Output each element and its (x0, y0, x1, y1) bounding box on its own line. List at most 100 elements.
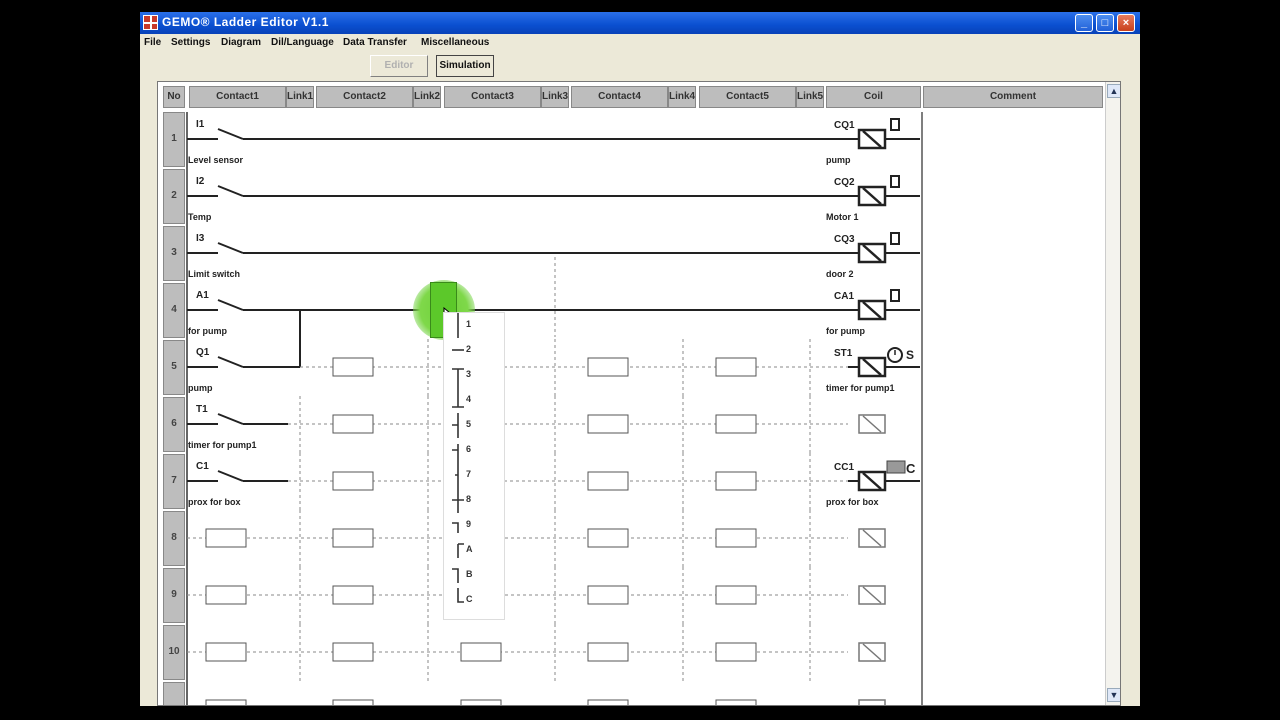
coil-comment: Motor 1 (826, 212, 859, 222)
contact-label: I1 (196, 119, 205, 130)
link-corner-right-icon (457, 543, 464, 558)
link-option[interactable]: 9 (444, 513, 502, 538)
contact-comment: timer for pump1 (188, 440, 257, 450)
coil-type-letter: C (906, 461, 916, 476)
empty-contact-box (715, 471, 757, 491)
row-number[interactable]: 1 (163, 112, 185, 167)
contact-symbol (217, 242, 244, 254)
contact-symbol (217, 356, 244, 368)
empty-contact-box (332, 357, 374, 377)
coil-comment: pump (826, 155, 851, 165)
column-headers: No Contact1 Link1 Contact2 Link2 Contact… (158, 82, 1120, 112)
row-number[interactable]: 6 (163, 397, 185, 452)
link-type-popup[interactable]: 1 2 3 4 5 6 7 8 9 A B C (443, 312, 505, 620)
link-option[interactable]: C (444, 588, 502, 613)
menu-file[interactable]: File (144, 37, 161, 48)
empty-contact-box (715, 528, 757, 548)
row-number-label: 7 (171, 475, 177, 486)
link-t-down-icon (452, 368, 464, 388)
link-t-up-icon (452, 388, 464, 408)
link-option[interactable]: 5 (444, 413, 502, 438)
app-window: GEMO® Ladder Editor V1.1 _ □ × File Sett… (140, 12, 1140, 706)
coil-comment: prox for box (826, 497, 879, 507)
link-option-number: 9 (466, 519, 472, 529)
title-bar[interactable]: GEMO® Ladder Editor V1.1 _ □ × (140, 12, 1140, 34)
link-option[interactable]: 4 (444, 388, 502, 413)
link-option[interactable]: 8 (444, 488, 502, 513)
menu-settings[interactable]: Settings (171, 37, 210, 48)
contact-label: I3 (196, 233, 205, 244)
link-corner-left-icon (452, 568, 459, 583)
app-icon (143, 15, 158, 30)
link-option[interactable]: 1 (444, 313, 502, 338)
contact-symbol (217, 413, 244, 425)
coil-label: CQ2 (834, 177, 855, 188)
empty-contact-box (460, 642, 502, 662)
simulation-button[interactable]: Simulation (436, 55, 494, 77)
menu-bar: File Settings Diagram Dil/Language Data … (140, 34, 1140, 53)
row-number[interactable]: 7 (163, 454, 185, 509)
link-option[interactable]: 2 (444, 338, 502, 363)
link-option[interactable]: 6 (444, 438, 502, 463)
counter-icon (886, 460, 906, 474)
link-option[interactable]: B (444, 563, 502, 588)
col-header-contact2: Contact2 (316, 86, 413, 108)
empty-contact-box (205, 642, 247, 662)
link-option-number: C (466, 594, 473, 604)
row-number[interactable]: 4 (163, 283, 185, 338)
row-number[interactable]: 8 (163, 511, 185, 566)
scroll-up-icon[interactable]: ▲ (1107, 84, 1120, 98)
col-header-no: No (163, 86, 185, 108)
empty-contact-box (205, 585, 247, 605)
col-header-coil: Coil (826, 86, 921, 108)
close-button[interactable]: × (1117, 14, 1135, 32)
row-number[interactable]: 10 (163, 625, 185, 680)
link-option[interactable]: 7 (444, 463, 502, 488)
menu-miscellaneous[interactable]: Miscellaneous (421, 37, 489, 48)
row-number[interactable]: 2 (163, 169, 185, 224)
empty-contact-box (332, 585, 374, 605)
row-number-label: 10 (168, 646, 180, 657)
col-header-comment: Comment (923, 86, 1103, 108)
empty-contact-box (332, 471, 374, 491)
ladder-diagram[interactable]: I1Level sensorCQ1pumpI2TempCQ2Motor 1I3L… (158, 82, 1106, 706)
row-number-label: 1 (171, 133, 177, 144)
battery-icon (890, 118, 900, 131)
contact-comment: Limit switch (188, 269, 240, 279)
link-option-number: 6 (466, 444, 472, 454)
coil-comment: for pump (826, 326, 865, 336)
empty-contact-box (715, 414, 757, 434)
battery-icon (890, 289, 900, 302)
empty-contact-box (205, 528, 247, 548)
editor-button[interactable]: Editor (370, 55, 428, 77)
coil-comment: timer for pump1 (826, 383, 895, 393)
empty-contact-box (332, 699, 374, 705)
link-option-number: 4 (466, 394, 472, 404)
scroll-down-icon[interactable]: ▼ (1107, 688, 1120, 702)
empty-coil-box (858, 699, 886, 705)
link-vertical-icon (457, 313, 459, 338)
link-left-branch-down-icon (452, 444, 459, 463)
vertical-scrollbar[interactable]: ▲ ▼ (1105, 82, 1120, 705)
menu-dil-language[interactable]: Dil/Language (271, 37, 334, 48)
row-number[interactable]: 3 (163, 226, 185, 281)
empty-contact-box (587, 357, 629, 377)
menu-diagram[interactable]: Diagram (221, 37, 261, 48)
contact-label: I2 (196, 176, 205, 187)
empty-contact-box (587, 528, 629, 548)
link-option-number: 1 (466, 319, 472, 329)
row-number[interactable] (163, 682, 185, 705)
maximize-button[interactable]: □ (1096, 14, 1114, 32)
ladder-grid[interactable]: I1 Level sensor CQ1 pump I2 Temp CQ2 Motor 1 I3 L… (157, 81, 1121, 706)
row-number[interactable]: 5 (163, 340, 185, 395)
link-option-number: 2 (466, 344, 472, 354)
minimize-button[interactable]: _ (1075, 14, 1093, 32)
col-header-contact1: Contact1 (189, 86, 286, 108)
menu-data-transfer[interactable]: Data Transfer (343, 37, 407, 48)
empty-contact-box (587, 414, 629, 434)
empty-contact-box (587, 471, 629, 491)
col-header-link2: Link2 (413, 86, 441, 108)
link-option[interactable]: A (444, 538, 502, 563)
link-option[interactable]: 3 (444, 363, 502, 388)
row-number[interactable]: 9 (163, 568, 185, 623)
